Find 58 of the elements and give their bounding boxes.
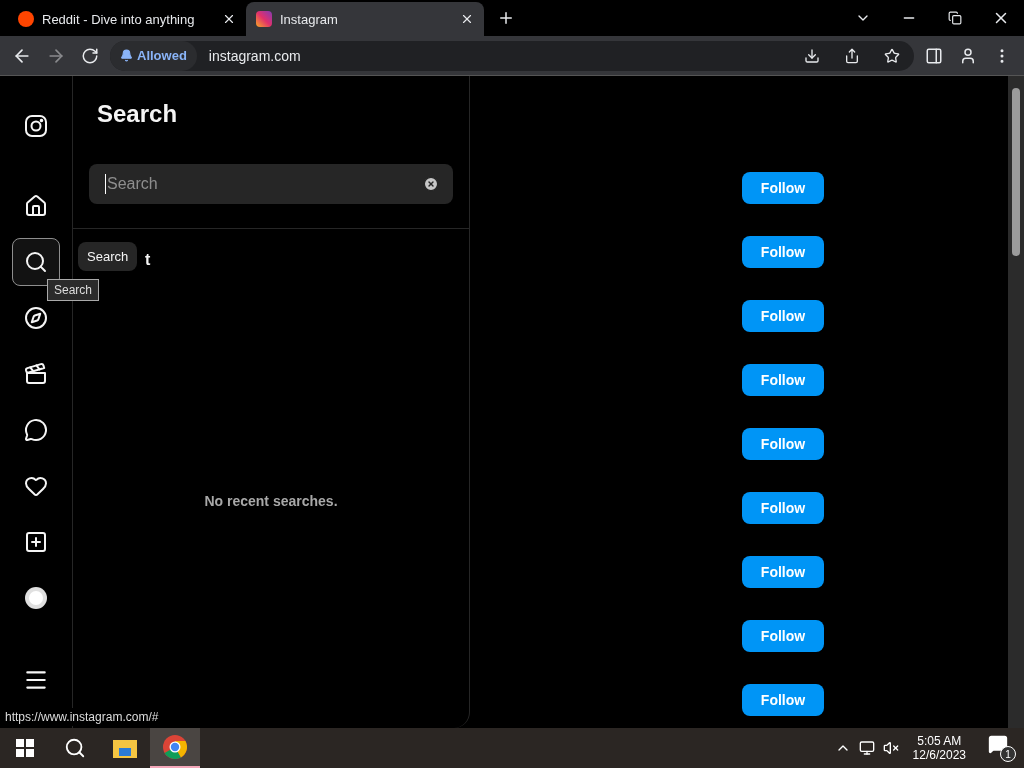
tab-title: Reddit - Dive into anything [42, 11, 196, 27]
follow-button[interactable]: Follow [742, 620, 824, 652]
messenger-icon [24, 418, 48, 442]
empty-message: No recent searches. [204, 493, 338, 509]
avatar-icon [24, 586, 48, 610]
search-input[interactable]: Search [105, 174, 423, 194]
follow-button[interactable]: Follow [742, 172, 824, 204]
follow-button[interactable]: Follow [742, 492, 824, 524]
network-icon[interactable] [858, 740, 875, 756]
panel-title: Search [97, 100, 179, 128]
scrollbar[interactable] [1008, 76, 1024, 728]
profile-icon[interactable] [959, 46, 977, 65]
address-bar[interactable]: Allowed instagram.com [110, 40, 914, 71]
browser-tab[interactable]: Instagram [246, 2, 484, 36]
reload-icon[interactable] [81, 46, 99, 65]
clear-icon[interactable] [423, 176, 439, 192]
time-text: 5:05 AM [917, 734, 962, 748]
search-icon [24, 250, 48, 274]
volume-muted-icon[interactable] [882, 740, 899, 756]
follow-button[interactable]: Follow [742, 236, 824, 268]
search-nav-button[interactable] [12, 238, 60, 286]
restore-icon[interactable] [948, 11, 962, 25]
chrome-button[interactable] [150, 728, 200, 768]
side-panel-icon[interactable] [925, 46, 943, 65]
folder-icon [113, 738, 137, 758]
follow-button[interactable]: Follow [742, 364, 824, 396]
url-text: instagram.com [208, 47, 302, 64]
close-icon[interactable] [222, 12, 236, 26]
clock[interactable]: 5:05 AM 12/6/2023 [912, 734, 966, 762]
follow-button[interactable]: Follow [742, 556, 824, 588]
reels-icon [24, 362, 48, 386]
follow-button[interactable]: Follow [742, 428, 824, 460]
date-text: 12/6/2023 [912, 748, 966, 762]
install-icon[interactable] [804, 47, 820, 64]
notifications-button[interactable]: 1 [988, 734, 1016, 762]
permission-chip[interactable]: Allowed [110, 40, 197, 71]
search-bar[interactable]: Search [89, 164, 453, 204]
notification-count: 1 [1000, 746, 1016, 762]
bookmark-star-icon[interactable] [884, 47, 900, 64]
tab-title: Instagram [280, 11, 339, 27]
browser-tab[interactable]: Reddit - Dive into anything [8, 2, 246, 36]
chrome-icon [163, 735, 187, 759]
instagram-logo-icon [24, 114, 48, 138]
follow-button[interactable]: Follow [742, 684, 824, 716]
heart-icon [24, 474, 48, 498]
new-tab-icon[interactable] [497, 9, 515, 27]
share-icon[interactable] [844, 47, 860, 64]
compass-icon [24, 306, 48, 330]
follow-button[interactable]: Follow [742, 300, 824, 332]
section-heading: t [145, 251, 151, 269]
tooltip: Search [47, 279, 100, 301]
tooltip: Search [78, 242, 138, 271]
search-icon[interactable] [64, 737, 86, 759]
close-icon[interactable] [460, 12, 474, 26]
home-icon [24, 194, 48, 218]
create-icon [24, 530, 48, 554]
bell-icon [120, 49, 133, 62]
windows-icon [16, 739, 34, 757]
